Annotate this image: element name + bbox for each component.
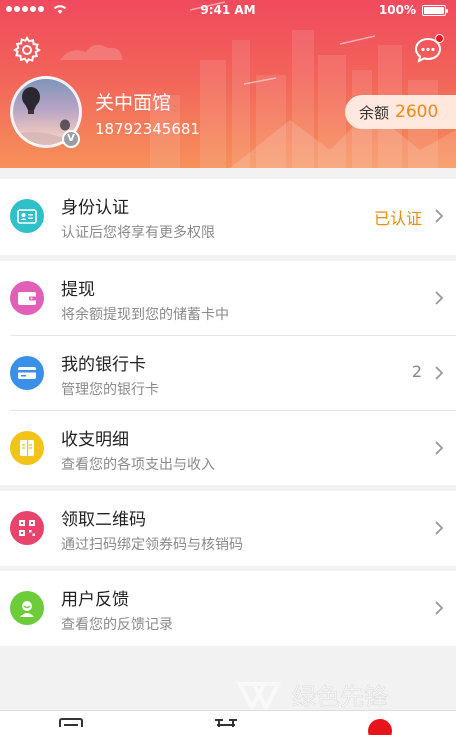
chevron-right-icon [435,366,444,380]
id-card-icon [10,199,44,233]
verification-status: 已认证 [373,209,422,228]
tab-mine-icon[interactable] [366,717,394,735]
chevron-right-icon [435,521,444,535]
battery-icon [422,5,448,16]
chevron-right-icon [435,441,444,455]
settings-gear-icon[interactable] [13,36,41,64]
bottom-tab-bar [0,710,456,735]
menu-item-title: 收支明细 [61,430,129,450]
menu-item-title: 我的银行卡 [61,355,146,375]
status-bar: 9:41 AM 100% [0,0,456,20]
svg-text:绿色先锋: 绿色先锋 [292,683,388,711]
menu-item-title: 身份认证 [61,198,129,218]
menu-item-transactions[interactable]: 收支明细 查看您的各项支出与收入 [0,411,456,486]
battery-percent: 100% [378,3,416,17]
menu-item-subtitle: 通过扫码绑定领券码与核销码 [61,537,243,553]
menu-item-identity-verification[interactable]: 身份认证 认证后您将享有更多权限 已认证 [0,179,456,254]
chevron-right-icon [435,209,444,223]
bank-card-count: 2 [411,362,422,381]
balance-pill[interactable]: 余额 2600 [345,95,456,129]
menu-group-identity: 身份认证 认证后您将享有更多权限 已认证 [0,179,456,255]
balance-value: 2600 [395,102,439,122]
tab-orders-icon[interactable] [213,717,239,735]
user-name: 关中面馆 [95,92,172,114]
user-phone: 18792345681 [95,120,200,138]
balance-label: 余额 [359,103,390,122]
chevron-right-icon [435,601,444,615]
menu-item-bank-card[interactable]: 我的银行卡 管理您的银行卡 2 [0,336,456,411]
menu-item-title: 用户反馈 [61,590,129,610]
menu-item-qr-code[interactable]: 领取二维码 通过扫码绑定领券码与核销码 [0,491,456,566]
menu-item-title: 领取二维码 [61,510,146,530]
menu-item-subtitle: 认证后您将享有更多权限 [61,225,215,241]
message-button[interactable] [414,34,444,64]
ledger-icon [10,431,44,465]
menu-group-feedback: 用户反馈 查看您的反馈记录 [0,571,456,646]
menu-group-money: 提现 将余额提现到您的储蓄卡中 我的银行卡 管理您的银行卡 2 收支明细 查看您… [0,261,456,485]
menu-item-subtitle: 管理您的银行卡 [61,382,159,398]
wallet-icon [10,281,44,315]
menu-group-qrcode: 领取二维码 通过扫码绑定领券码与核销码 [0,491,456,566]
menu-item-feedback[interactable]: 用户反馈 查看您的反馈记录 [0,571,456,646]
menu-item-subtitle: 查看您的各项支出与收入 [61,457,215,473]
menu-item-withdraw[interactable]: 提现 将余额提现到您的储蓄卡中 [0,261,456,336]
unread-dot [435,34,444,43]
qr-code-icon [10,511,44,545]
feedback-icon [10,591,44,625]
chevron-right-icon [435,291,444,305]
menu-item-subtitle: 查看您的反馈记录 [61,617,173,633]
menu-item-title: 提现 [61,280,95,300]
menu-item-subtitle: 将余额提现到您的储蓄卡中 [61,307,229,323]
tab-home-icon[interactable] [58,717,84,735]
profile-header: 9:41 AM 100% V 关中面馆 18792345681 余额 2600 [0,0,456,168]
bank-card-icon [10,356,44,390]
vip-badge: V [62,130,80,148]
